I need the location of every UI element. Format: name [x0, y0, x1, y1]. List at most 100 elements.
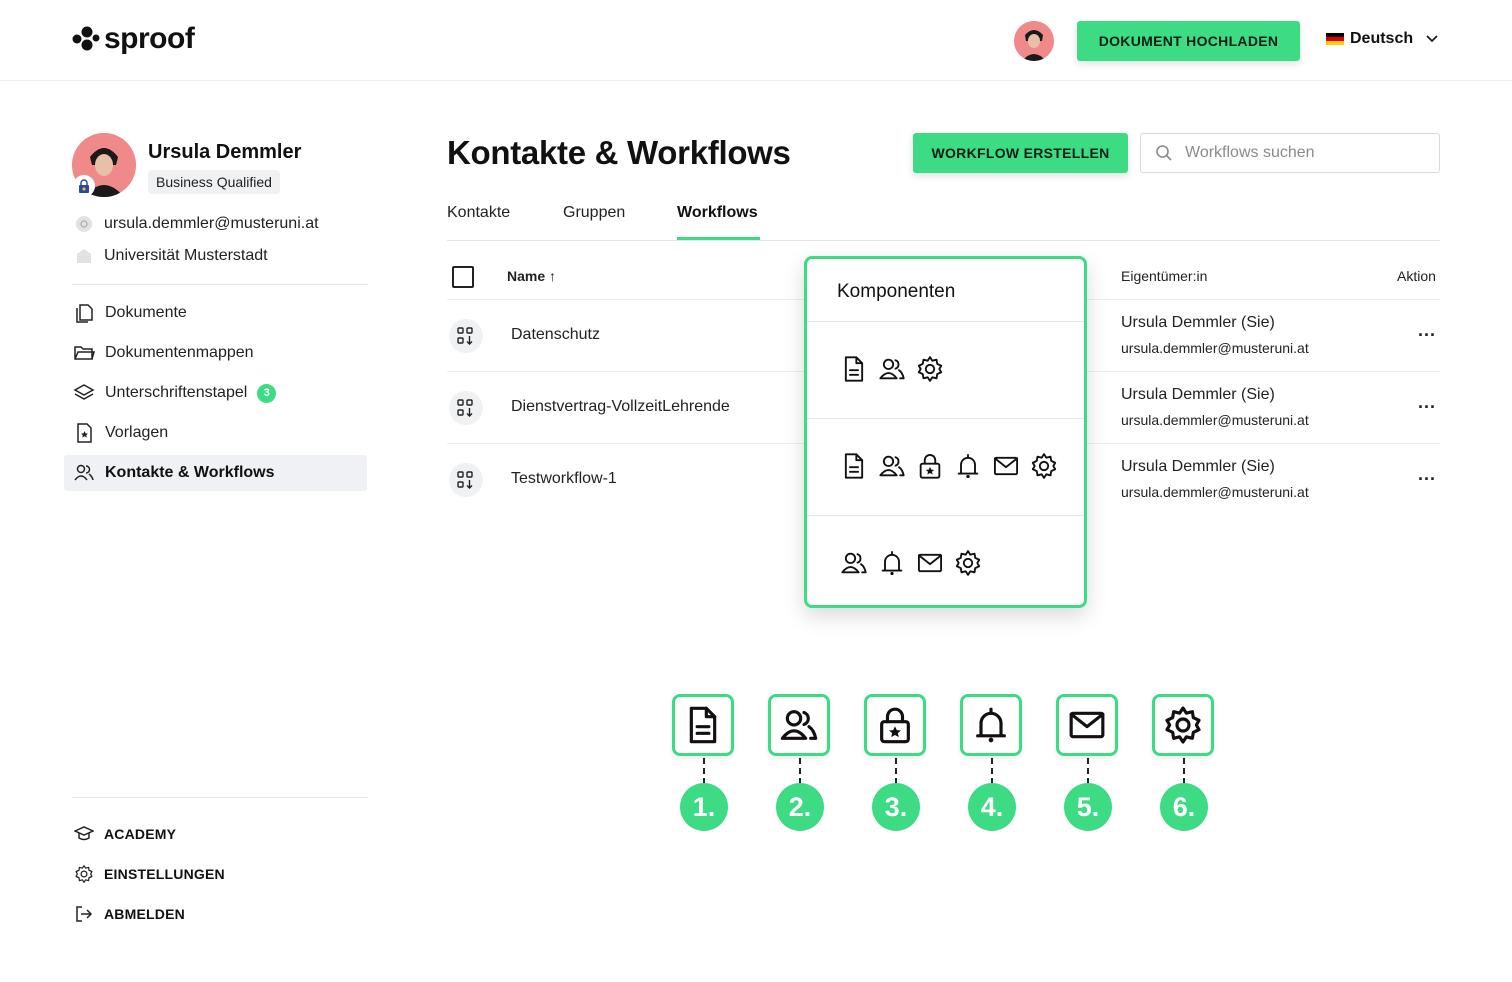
document-icon — [844, 453, 864, 479]
workflow-name[interactable]: Datenschutz — [511, 326, 600, 344]
lock-icon — [79, 179, 89, 193]
workflow-icon — [449, 391, 483, 425]
tab-workflows[interactable]: Workflows — [677, 204, 758, 222]
profile-organization-row: Universität Musterstadt — [74, 246, 268, 266]
column-header-owner: Eigentümer:in — [1121, 268, 1208, 284]
document-icon — [844, 356, 864, 382]
row-actions-button[interactable]: ... — [1418, 464, 1436, 485]
owner-email: ursula.demmler@musteruni.at — [1121, 340, 1309, 356]
sidebar-item-unterschriftenstapel[interactable]: Unterschriftenstapel 3 — [64, 375, 367, 411]
popover-divider — [807, 321, 1084, 322]
sidebar-item-kontakte-workflows[interactable]: Kontakte & Workflows — [64, 455, 367, 491]
users-icon — [841, 552, 867, 574]
select-all-checkbox[interactable] — [452, 266, 474, 288]
users-icon — [879, 455, 905, 477]
logo-text: sproof — [104, 22, 195, 55]
component-users-icon — [839, 549, 869, 577]
gear-icon — [75, 865, 93, 883]
academy-label: ACADEMY — [104, 826, 177, 842]
popover-divider — [807, 515, 1084, 516]
gear-icon — [955, 550, 981, 576]
tab-kontakte[interactable]: Kontakte — [447, 204, 510, 222]
workflow-icon — [449, 463, 483, 497]
academy-link[interactable]: ACADEMY — [74, 824, 176, 844]
owner-email: ursula.demmler@musteruni.at — [1121, 412, 1309, 428]
workflow-search[interactable] — [1140, 133, 1440, 173]
column-header-name[interactable]: Name ↑ — [507, 268, 556, 284]
profile-email: ursula.demmler@musteruni.at — [104, 215, 319, 232]
sidebar-item-vorlagen[interactable]: Vorlagen — [64, 415, 367, 451]
component-bell-icon — [877, 549, 907, 577]
users-icon — [879, 358, 905, 380]
mail-icon — [1069, 711, 1105, 739]
person-avatar-icon — [1014, 21, 1054, 61]
sidebar-bottom-divider — [72, 797, 368, 798]
legend-connector — [895, 758, 897, 784]
verified-lock-badge — [73, 175, 95, 197]
stack-count-badge: 3 — [257, 383, 277, 403]
qualification-badge: Business Qualified — [148, 170, 280, 194]
legend-number-6: 6. — [1160, 783, 1208, 831]
legend-connector — [1087, 758, 1089, 784]
sidebar-item-label: Dokumente — [105, 304, 187, 321]
gear-icon — [1031, 453, 1057, 479]
upload-document-button[interactable]: DOKUMENT HOCHLADEN — [1077, 21, 1300, 61]
component-mail-icon — [915, 549, 945, 577]
sidebar-item-label: Unterschriftenstapel — [105, 384, 248, 401]
legend-number-4: 4. — [968, 783, 1016, 831]
language-selector[interactable]: Deutsch — [1326, 30, 1439, 48]
row-actions-button[interactable]: ... — [1418, 392, 1436, 413]
legend-number-3: 3. — [872, 783, 920, 831]
bell-icon — [881, 550, 903, 576]
legend-box-5 — [1056, 694, 1118, 756]
legend-box-2 — [768, 694, 830, 756]
tab-bar: Kontakte Gruppen Workflows — [447, 200, 1440, 241]
legend-number-1: 1. — [680, 783, 728, 831]
component-document-icon — [839, 452, 869, 480]
components-row — [839, 549, 983, 577]
create-workflow-button[interactable]: WORKFLOW ERSTELLEN — [913, 133, 1128, 173]
workflow-icon — [449, 319, 483, 353]
chevron-down-icon — [1426, 35, 1438, 43]
header-avatar[interactable] — [1014, 21, 1054, 61]
popover-title: Komponenten — [837, 281, 956, 302]
logout-link[interactable]: ABMELDEN — [74, 904, 185, 924]
template-star-icon — [77, 423, 92, 443]
settings-link[interactable]: EINSTELLUNGEN — [74, 864, 225, 884]
workflow-icon — [457, 471, 473, 489]
users-icon — [74, 464, 94, 481]
active-tab-indicator — [677, 237, 760, 240]
users-icon — [780, 710, 818, 740]
sidebar-item-label: Dokumentenmappen — [105, 344, 254, 361]
workflow-name[interactable]: Dienstvertrag-VollzeitLehrende — [511, 398, 730, 416]
search-input[interactable] — [1185, 144, 1405, 162]
gear-icon — [917, 356, 943, 382]
workflow-name[interactable]: Testworkflow-1 — [511, 470, 617, 488]
component-gear-icon — [953, 549, 983, 577]
component-users-icon — [877, 452, 907, 480]
legend-box-4 — [960, 694, 1022, 756]
top-bar: sproof DOKUMENT HOCHLADEN Deutsch — [0, 0, 1512, 81]
tab-gruppen[interactable]: Gruppen — [563, 204, 625, 222]
sproof-logo[interactable]: sproof — [72, 22, 195, 56]
bell-icon — [976, 707, 1006, 743]
sidebar-item-dokumente[interactable]: Dokumente — [64, 295, 367, 331]
legend-connector — [799, 758, 801, 784]
profile-name: Ursula Demmler — [148, 141, 302, 163]
component-lock-star-icon — [915, 452, 945, 480]
page-title: Kontakte & Workflows — [447, 134, 791, 171]
workflow-icon — [457, 399, 473, 417]
profile-organization: Universität Musterstadt — [104, 247, 268, 264]
lock-star-icon — [919, 454, 941, 479]
document-copy-icon — [76, 304, 93, 323]
gear-icon — [1165, 706, 1201, 744]
popover-divider — [807, 418, 1084, 419]
owner-name: Ursula Demmler (Sie) — [1121, 458, 1275, 475]
sidebar-item-dokumentenmappen[interactable]: Dokumentenmappen — [64, 335, 367, 371]
search-icon — [1156, 145, 1172, 161]
row-actions-button[interactable]: ... — [1418, 320, 1436, 341]
owner-name: Ursula Demmler (Sie) — [1121, 314, 1275, 331]
graduation-cap-icon — [74, 826, 94, 841]
legend-box-6 — [1152, 694, 1214, 756]
lock-star-icon — [880, 707, 910, 744]
